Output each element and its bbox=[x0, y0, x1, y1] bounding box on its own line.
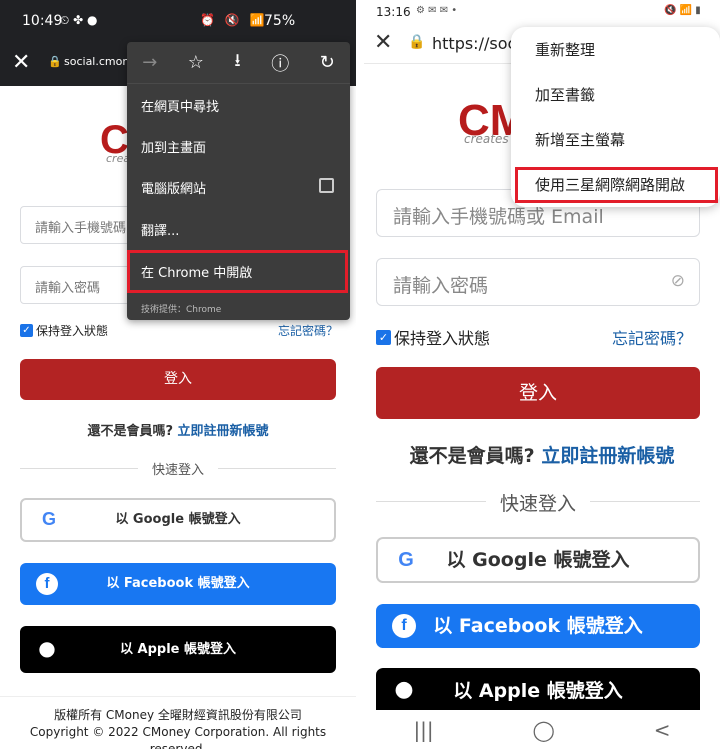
refresh-icon[interactable]: ↻ bbox=[320, 52, 335, 73]
footer-line: reserved. bbox=[149, 742, 207, 749]
facebook-login-button[interactable]: f 以 Facebook 帳號登入 bbox=[20, 563, 336, 605]
forgot-password-link[interactable]: 忘記密碼？ bbox=[612, 325, 692, 349]
footer-line: Copyright © 2022 CMoney Corporation. All… bbox=[29, 725, 327, 739]
download-icon[interactable]: ⭳ bbox=[234, 48, 240, 78]
signup-prompt: 還不是會員嗎? 立即註冊新帳號 bbox=[364, 441, 720, 468]
battery-level: 75% bbox=[264, 13, 296, 29]
quick-login-label: 快速登入 bbox=[151, 463, 204, 478]
facebook-icon: f bbox=[392, 614, 416, 638]
remember-me-checkbox[interactable]: ✓ 保持登入狀態 bbox=[376, 325, 490, 349]
menu-footer: 技術提供：Chrome bbox=[141, 305, 222, 315]
facebook-login-label: 以 Facebook 帳號登入 bbox=[106, 576, 250, 591]
apple-login-button[interactable]: ● 以 Apple 帳號登入 bbox=[20, 626, 336, 673]
quick-login-divider: 快速登入 bbox=[20, 458, 336, 478]
quick-login-label: 快速登入 bbox=[499, 493, 576, 515]
back-icon[interactable]: < bbox=[654, 718, 671, 742]
menu-item-desktop-site[interactable]: 電腦版網站 bbox=[127, 166, 350, 207]
notification-icons: ⏲ ✤ ● bbox=[60, 13, 98, 27]
apple-icon: ● bbox=[394, 677, 414, 702]
password-input[interactable]: 請輸入密碼 ⊘ bbox=[376, 258, 700, 306]
highlight-box bbox=[515, 167, 718, 203]
status-time: 10:49 bbox=[22, 13, 63, 29]
lock-icon: 🔒 bbox=[408, 34, 426, 50]
lock-icon: 🔒 bbox=[48, 55, 62, 68]
google-login-button[interactable]: G 以 Google 帳號登入 bbox=[20, 498, 336, 542]
status-time: 13:16 bbox=[376, 5, 411, 19]
facebook-icon: f bbox=[36, 573, 58, 595]
system-icons: 🔇 📶 ▮ bbox=[664, 5, 701, 16]
menu-item-refresh[interactable]: 重新整理 bbox=[511, 27, 720, 72]
forward-icon[interactable]: → bbox=[142, 52, 157, 73]
login-button[interactable]: 登入 bbox=[376, 367, 700, 419]
desktop-site-label: 電腦版網站 bbox=[141, 182, 207, 197]
apple-login-label: 以 Apple 帳號登入 bbox=[453, 680, 623, 702]
highlight-box bbox=[127, 250, 348, 293]
apple-login-button[interactable]: ● 以 Apple 帳號登入 bbox=[376, 668, 700, 714]
status-bar: 10:49 ⏲ ✤ ● ⏰ 🔇 📶 75% bbox=[0, 0, 356, 42]
menu-icon-row: → ☆ ⭳ ⓘ ↻ bbox=[127, 42, 350, 84]
left-screenshot: 10:49 ⏲ ✤ ● ⏰ 🔇 📶 75% ✕ 🔒 social.cmoney … bbox=[0, 0, 356, 749]
remember-me-checkbox[interactable]: ✓ 保持登入狀態 bbox=[20, 322, 108, 339]
menu-item-add-to-home[interactable]: 新增至主螢幕 bbox=[511, 117, 720, 162]
android-nav-bar: ||| ◯ < bbox=[364, 710, 720, 749]
signup-prefix: 還不是會員嗎? bbox=[409, 445, 535, 467]
status-bar: 13:16 ⚙ ✉ ✉ • 🔇 📶 ▮ bbox=[364, 0, 720, 24]
close-icon[interactable]: ✕ bbox=[12, 50, 30, 75]
close-icon[interactable]: ✕ bbox=[374, 30, 392, 55]
star-icon[interactable]: ☆ bbox=[188, 52, 204, 73]
apple-login-label: 以 Apple 帳號登入 bbox=[120, 642, 236, 657]
system-icons: ⏰ 🔇 📶 bbox=[200, 13, 268, 27]
menu-item-find-in-page[interactable]: 在網頁中尋找 bbox=[127, 84, 350, 125]
remember-me-label: 保持登入狀態 bbox=[36, 324, 109, 338]
google-login-button[interactable]: G 以 Google 帳號登入 bbox=[376, 537, 700, 583]
logo-tagline: creates bbox=[464, 132, 509, 146]
google-icon: G bbox=[41, 509, 56, 529]
url-text[interactable]: https://soc bbox=[432, 34, 516, 53]
info-icon[interactable]: ⓘ bbox=[271, 50, 289, 76]
footer-line: 版權所有 CMoney 全曜財經資訊股份有限公司 bbox=[54, 708, 302, 722]
desktop-site-checkbox[interactable] bbox=[319, 178, 334, 193]
quick-login-divider: 快速登入 bbox=[376, 489, 700, 515]
menu-item-bookmark[interactable]: 加至書籤 bbox=[511, 72, 720, 117]
notification-icons: ⚙ ✉ ✉ • bbox=[416, 5, 458, 16]
signup-link[interactable]: 立即註冊新帳號 bbox=[178, 424, 269, 439]
google-login-label: 以 Google 帳號登入 bbox=[115, 512, 241, 527]
signup-prefix: 還不是會員嗎? bbox=[87, 424, 173, 439]
recents-icon[interactable]: ||| bbox=[413, 718, 433, 742]
signup-link[interactable]: 立即註冊新帳號 bbox=[541, 445, 674, 467]
login-button[interactable]: 登入 bbox=[20, 359, 336, 400]
checkbox-checked-icon[interactable]: ✓ bbox=[20, 324, 33, 337]
menu-item-translate[interactable]: 翻譯... bbox=[127, 208, 350, 249]
right-screenshot: 13:16 ⚙ ✉ ✉ • 🔇 📶 ▮ ✕ 🔒 https://soc CM c… bbox=[364, 0, 720, 749]
facebook-login-button[interactable]: f 以 Facebook 帳號登入 bbox=[376, 604, 700, 648]
forgot-password-link[interactable]: 忘記密碼？ bbox=[278, 322, 338, 339]
signup-prompt: 還不是會員嗎? 立即註冊新帳號 bbox=[0, 420, 356, 439]
remember-me-label: 保持登入狀態 bbox=[394, 329, 491, 348]
checkbox-checked-icon[interactable]: ✓ bbox=[376, 329, 391, 345]
apple-icon: ● bbox=[38, 636, 56, 660]
google-login-label: 以 Google 帳號登入 bbox=[446, 549, 630, 571]
eye-off-icon[interactable]: ⊘ bbox=[671, 271, 685, 291]
copyright-footer: 版權所有 CMoney 全曜財經資訊股份有限公司 Copyright © 202… bbox=[0, 696, 356, 749]
home-icon[interactable]: ◯ bbox=[533, 718, 555, 742]
chrome-overflow-menu: → ☆ ⭳ ⓘ ↻ 在網頁中尋找 加到主畫面 電腦版網站 翻譯... 在 Chr… bbox=[127, 42, 350, 320]
panel-divider bbox=[356, 0, 364, 749]
samsung-overflow-menu: 重新整理 加至書籤 新增至主螢幕 使用三星網際網路開啟 bbox=[511, 27, 720, 207]
google-icon: G bbox=[398, 549, 414, 571]
menu-item-add-to-home[interactable]: 加到主畫面 bbox=[127, 125, 350, 166]
password-placeholder: 請輸入密碼 bbox=[393, 275, 489, 297]
facebook-login-label: 以 Facebook 帳號登入 bbox=[433, 615, 643, 637]
